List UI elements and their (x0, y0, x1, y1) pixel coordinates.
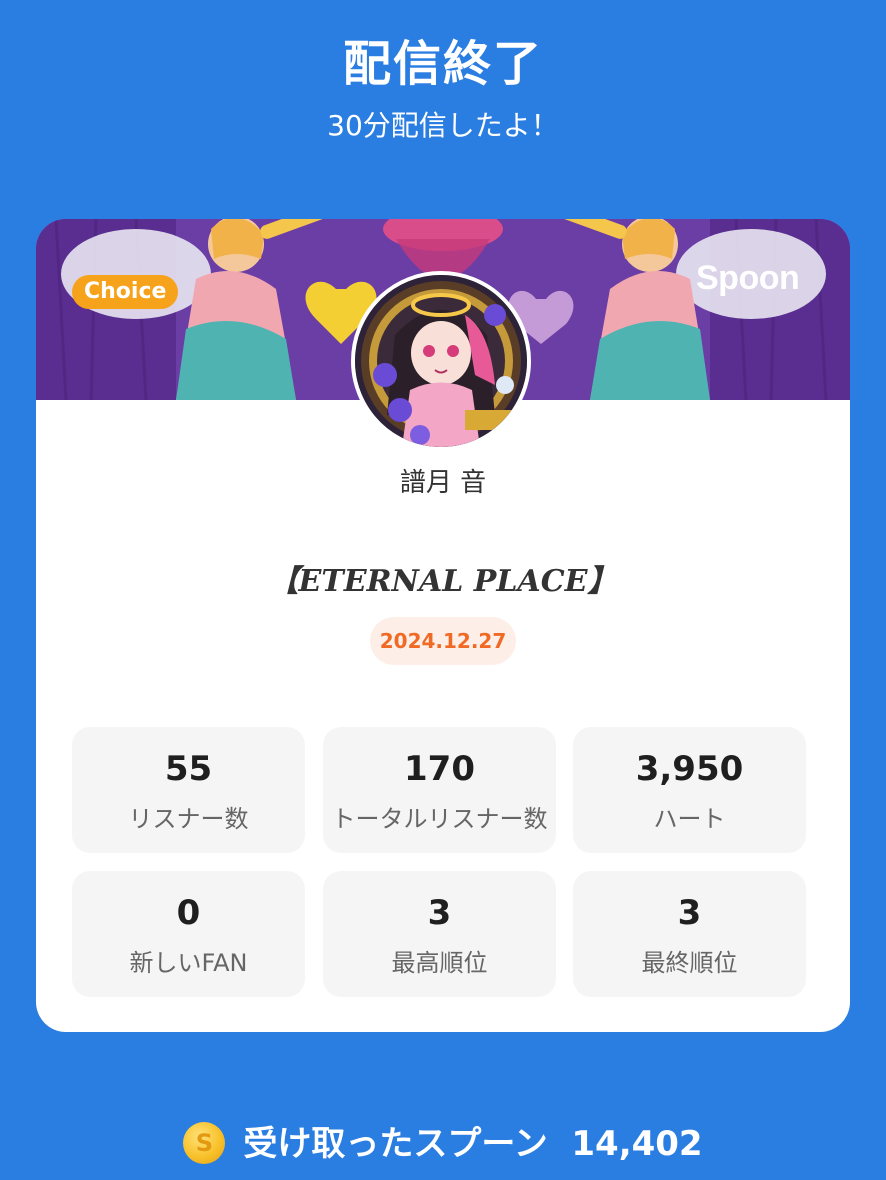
stat-final-rank: 3 最終順位 (573, 871, 806, 997)
page-title: 配信終了 (342, 36, 543, 92)
stat-value: 3,950 (635, 749, 744, 789)
stat-total-listeners: 170 トータルリスナー数 (323, 727, 556, 853)
stat-highest-rank: 3 最高順位 (323, 871, 556, 997)
spoon-logo: Spoon (696, 259, 800, 297)
stat-hearts: 3,950 ハート (573, 727, 806, 853)
received-label: 受け取ったスプーン (243, 1124, 548, 1164)
stat-value: 170 (404, 749, 475, 789)
spoon-coin-icon: S (183, 1121, 226, 1164)
stat-label: リスナー数 (128, 805, 249, 833)
stat-value: 55 (164, 749, 213, 789)
received-value: 14,402 (571, 1124, 703, 1164)
stat-label: 新しいFAN (129, 949, 248, 977)
date-badge: 2024.12.27 (370, 617, 516, 665)
stat-label: ハート (653, 805, 726, 833)
stat-value: 0 (176, 893, 201, 933)
broadcast-summary-card: Choice Spoon 譜月 音 【ETERNAL PLACE】 2024.1… (36, 219, 850, 1032)
stream-title: 【ETERNAL PLACE】 (268, 564, 618, 599)
stat-value: 3 (427, 893, 452, 933)
avatar[interactable] (351, 271, 531, 451)
username: 譜月 音 (399, 468, 487, 498)
received-spoons: S 受け取ったスプーン 14,402 (0, 1116, 886, 1167)
stat-label: トータルリスナー数 (331, 805, 548, 833)
stat-label: 最終順位 (641, 949, 738, 977)
choice-badge: Choice (72, 275, 179, 309)
page-subtitle: 30分配信したよ！ (327, 109, 559, 142)
stat-label: 最高順位 (391, 949, 488, 977)
stat-listeners: 55 リスナー数 (72, 727, 305, 853)
stat-new-fans: 0 新しいFAN (72, 871, 305, 997)
stat-value: 3 (677, 893, 702, 933)
